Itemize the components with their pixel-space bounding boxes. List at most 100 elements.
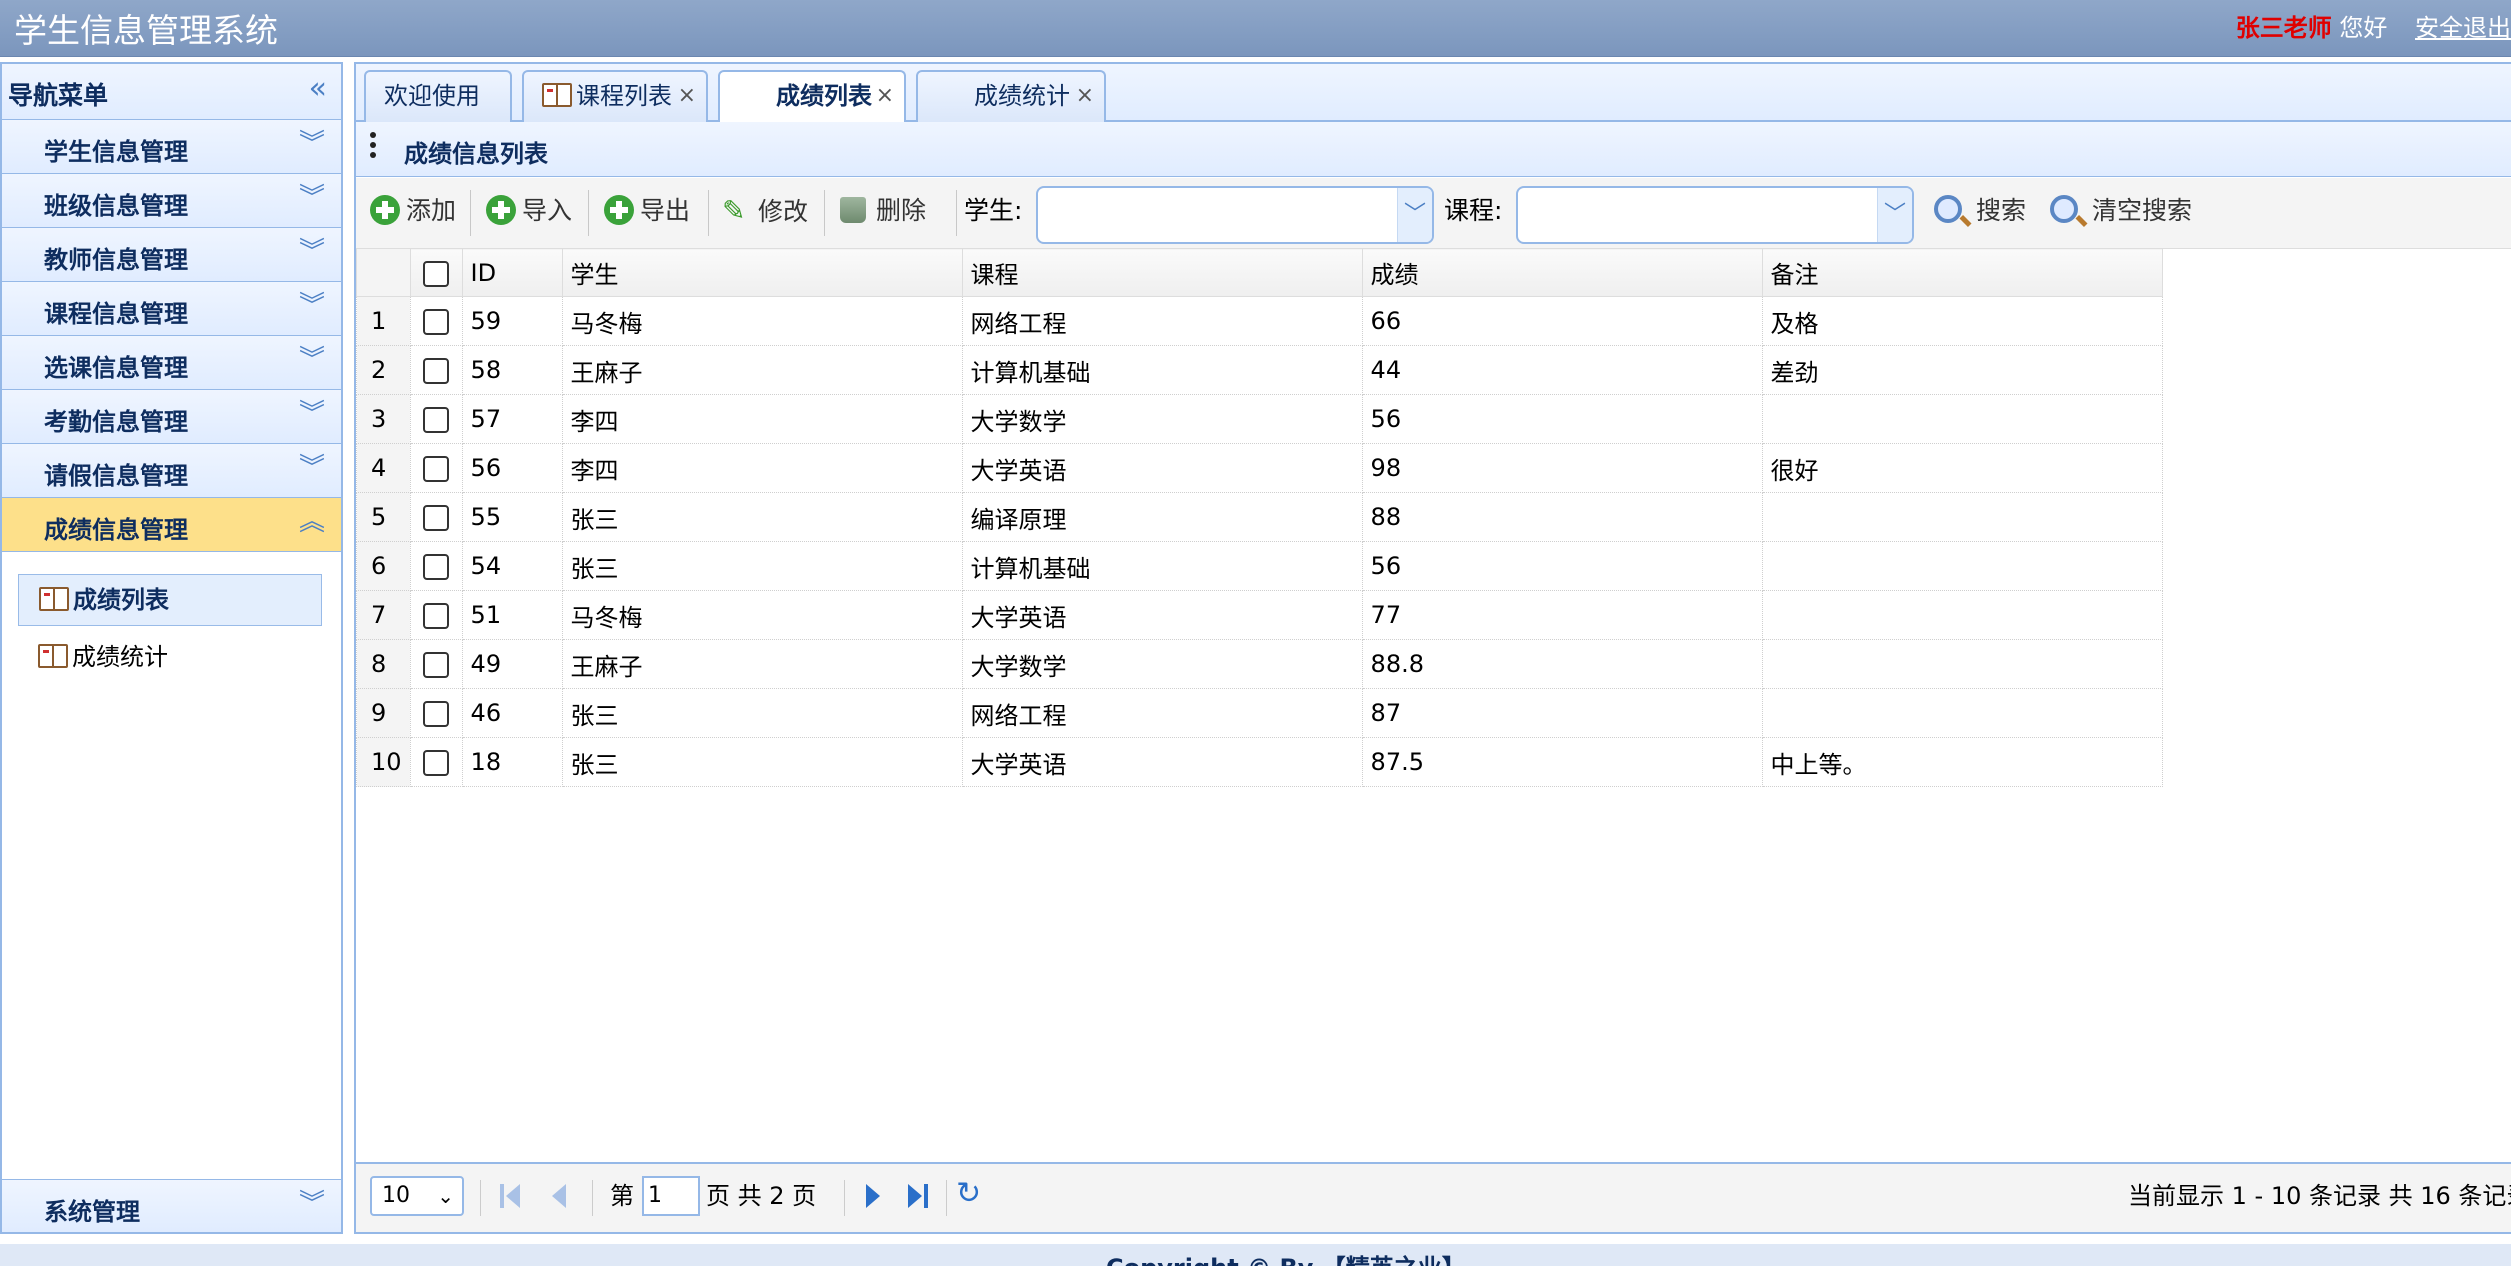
tab-course-list[interactable]: 课程列表 × bbox=[522, 70, 708, 122]
refresh-icon[interactable]: ↻ bbox=[956, 1176, 981, 1211]
row-checkbox[interactable] bbox=[423, 358, 450, 384]
toolbar: 添加 导入 导出 ✎ 修改 删除 学生: ﹀ 课程: ﹀ 搜索 清空搜索 bbox=[356, 178, 2511, 249]
chevron-down-icon[interactable]: ﹀ bbox=[1877, 188, 1912, 242]
chevron-down-icon[interactable]: ︾ bbox=[299, 184, 325, 212]
row-number: 5 bbox=[356, 492, 411, 542]
row-checkbox[interactable] bbox=[423, 750, 450, 776]
cell-note bbox=[1761, 541, 2163, 591]
chevron-down-icon[interactable]: ︾ bbox=[299, 346, 325, 374]
table-row[interactable]: 10 18 张三 大学英语 87.5 中上等。 bbox=[356, 737, 2163, 787]
column-header-score[interactable]: 成绩 bbox=[1361, 248, 1763, 297]
page-size-select[interactable]: 10 ⌄ bbox=[370, 1176, 464, 1216]
nav-item-selection[interactable]: 选课信息管理 ︾ bbox=[2, 336, 341, 390]
row-number: 9 bbox=[356, 688, 411, 738]
column-header-id[interactable]: ID bbox=[461, 248, 563, 297]
tab-welcome[interactable]: 欢迎使用 bbox=[364, 70, 512, 122]
nav-item-student[interactable]: 学生信息管理 ︾ bbox=[2, 120, 341, 174]
row-checkbox[interactable] bbox=[423, 603, 450, 629]
last-page-button[interactable] bbox=[904, 1180, 934, 1212]
nav-item-class[interactable]: 班级信息管理 ︾ bbox=[2, 174, 341, 228]
search-button[interactable]: 搜索 bbox=[1934, 190, 2026, 232]
select-all-checkbox[interactable] bbox=[423, 260, 450, 287]
pagination-bar: 10 ⌄ 第 1 页 共 2 页 ↻ 当前显示 1 - 10 条记录 共 16 … bbox=[356, 1162, 2511, 1232]
clear-search-button[interactable]: 清空搜索 bbox=[2050, 190, 2192, 232]
cell-student: 李四 bbox=[561, 443, 963, 493]
row-checkbox[interactable] bbox=[423, 456, 450, 482]
column-header-student[interactable]: 学生 bbox=[561, 248, 963, 297]
nav-item-teacher[interactable]: 教师信息管理 ︾ bbox=[2, 228, 341, 282]
chevron-down-icon[interactable]: ︾ bbox=[299, 130, 325, 158]
delete-button[interactable]: 删除 bbox=[840, 190, 926, 232]
edit-button[interactable]: ✎ 修改 bbox=[722, 190, 808, 232]
nav-item-course[interactable]: 课程信息管理 ︾ bbox=[2, 282, 341, 336]
page-number-input[interactable]: 1 bbox=[642, 1176, 700, 1216]
user-info: 张三老师 您好 安全退出 bbox=[2236, 8, 2511, 43]
nav-item-system[interactable]: 系统管理 ︾ bbox=[2, 1179, 341, 1232]
export-icon bbox=[604, 195, 634, 225]
column-header-course[interactable]: 课程 bbox=[961, 248, 1363, 297]
row-checkbox-cell bbox=[409, 443, 463, 493]
cell-student: 马冬梅 bbox=[561, 296, 963, 346]
row-checkbox[interactable] bbox=[423, 554, 450, 580]
cell-course: 编译原理 bbox=[961, 492, 1363, 542]
add-button[interactable]: 添加 bbox=[370, 190, 456, 232]
nav-item-label: 教师信息管理 bbox=[44, 246, 188, 274]
delete-icon bbox=[840, 197, 866, 223]
cell-score: 44 bbox=[1361, 345, 1763, 395]
sub-item-score-list[interactable]: 成绩列表 bbox=[18, 574, 322, 626]
row-checkbox[interactable] bbox=[423, 701, 450, 727]
table-row[interactable]: 8 49 王麻子 大学数学 88.8 bbox=[356, 639, 2163, 689]
select-all-header bbox=[409, 248, 463, 297]
chevron-down-icon[interactable]: ︾ bbox=[299, 1190, 325, 1218]
book-icon bbox=[39, 587, 69, 611]
import-label: 导入 bbox=[522, 196, 573, 225]
chevron-down-icon[interactable]: ﹀ bbox=[1397, 188, 1432, 242]
tab-score-list[interactable]: 成绩列表 × bbox=[718, 70, 906, 124]
table-row[interactable]: 4 56 李四 大学英语 98 很好 bbox=[356, 443, 2163, 493]
page-prefix: 第 bbox=[610, 1182, 634, 1210]
student-filter-label: 学生: bbox=[964, 196, 1023, 225]
table-row[interactable]: 2 58 王麻子 计算机基础 44 差劲 bbox=[356, 345, 2163, 395]
row-checkbox[interactable] bbox=[423, 407, 450, 433]
table-row[interactable]: 9 46 张三 网络工程 87 bbox=[356, 688, 2163, 738]
table-row[interactable]: 5 55 张三 编译原理 88 bbox=[356, 492, 2163, 542]
nav-item-label: 请假信息管理 bbox=[44, 462, 188, 490]
row-checkbox[interactable] bbox=[423, 505, 450, 531]
chevron-up-icon[interactable]: ︽ bbox=[299, 508, 325, 536]
table-row[interactable]: 3 57 李四 大学数学 56 bbox=[356, 394, 2163, 444]
chevron-down-icon[interactable]: ︾ bbox=[299, 454, 325, 482]
nav-item-leave[interactable]: 请假信息管理 ︾ bbox=[2, 444, 341, 498]
chevron-down-icon[interactable]: ︾ bbox=[299, 238, 325, 266]
nav-item-score[interactable]: 成绩信息管理 ︽ bbox=[2, 498, 341, 552]
next-page-button[interactable] bbox=[860, 1180, 890, 1212]
chevron-down-icon[interactable]: ︾ bbox=[299, 292, 325, 320]
sub-item-score-stats[interactable]: 成绩统计 bbox=[18, 632, 322, 684]
add-icon bbox=[370, 195, 400, 225]
row-checkbox[interactable] bbox=[423, 652, 450, 678]
table-row[interactable]: 7 51 马冬梅 大学英语 77 bbox=[356, 590, 2163, 640]
export-button[interactable]: 导出 bbox=[604, 190, 690, 232]
table-row[interactable]: 6 54 张三 计算机基础 56 bbox=[356, 541, 2163, 591]
close-icon[interactable]: × bbox=[678, 72, 696, 120]
chevron-down-icon[interactable]: ︾ bbox=[299, 400, 325, 428]
table-row[interactable]: 1 59 马冬梅 网络工程 66 及格 bbox=[356, 296, 2163, 346]
row-checkbox[interactable] bbox=[423, 309, 450, 335]
nav-item-label: 课程信息管理 bbox=[44, 300, 188, 328]
collapse-left-icon[interactable]: « bbox=[309, 74, 327, 104]
kebab-icon bbox=[370, 132, 376, 166]
course-combobox[interactable]: ﹀ bbox=[1516, 186, 1914, 244]
logout-link[interactable]: 安全退出 bbox=[2415, 14, 2511, 42]
footer: Copyright © By 【精英之业】 bbox=[0, 1244, 2511, 1266]
toolbar-divider bbox=[824, 190, 825, 236]
student-combobox[interactable]: ﹀ bbox=[1036, 186, 1434, 244]
nav-item-attendance[interactable]: 考勤信息管理 ︾ bbox=[2, 390, 341, 444]
tab-bar: 欢迎使用 课程列表 × 成绩列表 × 成绩统计 × bbox=[354, 62, 2511, 124]
tab-score-stats[interactable]: 成绩统计 × bbox=[916, 70, 1106, 122]
column-header-note[interactable]: 备注 bbox=[1761, 248, 2163, 297]
first-page-button[interactable] bbox=[496, 1180, 526, 1212]
cell-id: 49 bbox=[461, 639, 563, 689]
import-button[interactable]: 导入 bbox=[486, 190, 572, 232]
prev-page-button[interactable] bbox=[546, 1180, 576, 1212]
close-icon[interactable]: × bbox=[876, 72, 894, 120]
close-icon[interactable]: × bbox=[1076, 72, 1094, 120]
